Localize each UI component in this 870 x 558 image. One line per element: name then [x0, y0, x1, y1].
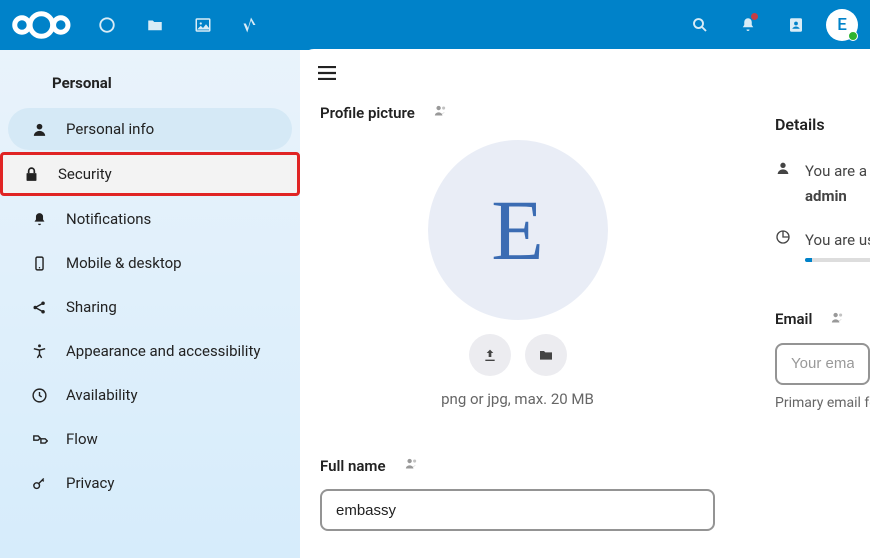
email-hint: Primary email for p	[775, 395, 870, 411]
sidebar-item-label: Flow	[66, 430, 98, 448]
flow-icon	[30, 431, 48, 448]
pie-icon	[775, 229, 791, 249]
sidebar-item-notifications[interactable]: Notifications	[8, 198, 292, 240]
sidebar-item-label: Personal info	[66, 120, 154, 138]
sidebar-header: Personal	[0, 64, 300, 106]
sidebar-item-label: Sharing	[66, 298, 117, 316]
profile-letter: E	[491, 180, 544, 280]
files-icon[interactable]	[133, 3, 177, 47]
notifications-icon[interactable]	[726, 3, 770, 47]
accessibility-icon	[30, 343, 48, 360]
photos-icon[interactable]	[181, 3, 225, 47]
share-icon	[30, 299, 48, 316]
profile-picture-heading: Profile picture	[320, 103, 715, 122]
phone-icon	[30, 255, 48, 272]
key-icon	[30, 475, 48, 492]
upload-picture-button[interactable]	[469, 334, 511, 376]
profile-picture: E	[428, 140, 608, 320]
sidebar-item-availability[interactable]: Availability	[8, 374, 292, 416]
sidebar-item-security[interactable]: Security	[0, 152, 300, 196]
sidebar-item-appearance[interactable]: Appearance and accessibility	[8, 330, 292, 372]
picture-hint: png or jpg, max. 20 MB	[441, 390, 594, 408]
main-content: Profile picture E png or jpg, max. 20 MB	[300, 49, 870, 558]
scope-icon[interactable]	[433, 103, 448, 122]
sidebar-item-label: Security	[58, 165, 112, 183]
sidebar: Personal Personal info Security Notifica…	[0, 50, 300, 558]
detail-quota: You are using	[775, 229, 870, 262]
sidebar-item-flow[interactable]: Flow	[8, 418, 292, 460]
bell-icon	[30, 211, 48, 228]
user-icon	[775, 160, 791, 180]
sidebar-item-label: Privacy	[66, 474, 114, 492]
user-icon	[30, 121, 48, 138]
sidebar-item-personal-info[interactable]: Personal info	[8, 108, 292, 150]
logo[interactable]	[12, 11, 71, 39]
sidebar-item-label: Notifications	[66, 210, 151, 228]
sidebar-item-label: Mobile & desktop	[66, 254, 182, 272]
quota-bar	[805, 258, 870, 262]
sidebar-item-privacy[interactable]: Privacy	[8, 462, 292, 504]
scope-icon[interactable]	[830, 310, 845, 329]
sidebar-item-label: Availability	[66, 386, 138, 404]
sidebar-item-sharing[interactable]: Sharing	[8, 286, 292, 328]
detail-groups: You are a mem admin	[775, 160, 870, 207]
details-heading: Details	[775, 115, 870, 134]
user-menu[interactable]: E	[826, 9, 858, 41]
activity-icon[interactable]	[229, 3, 273, 47]
fullname-label: Full name	[320, 456, 715, 475]
email-label: Email	[775, 310, 870, 329]
contacts-icon[interactable]	[774, 3, 818, 47]
menu-toggle-icon[interactable]	[318, 65, 336, 84]
search-icon[interactable]	[678, 3, 722, 47]
status-indicator-icon	[848, 31, 858, 41]
lock-icon	[22, 166, 40, 183]
app-icons-left	[85, 3, 273, 47]
topbar: E	[0, 0, 870, 50]
fullname-input[interactable]	[320, 489, 715, 531]
scope-icon[interactable]	[404, 456, 419, 475]
app-icons-right	[678, 3, 818, 47]
email-input[interactable]	[775, 343, 870, 385]
sidebar-item-label: Appearance and accessibility	[66, 342, 260, 360]
clock-icon	[30, 387, 48, 404]
dashboard-icon[interactable]	[85, 3, 129, 47]
choose-from-files-button[interactable]	[525, 334, 567, 376]
sidebar-item-mobile-desktop[interactable]: Mobile & desktop	[8, 242, 292, 284]
